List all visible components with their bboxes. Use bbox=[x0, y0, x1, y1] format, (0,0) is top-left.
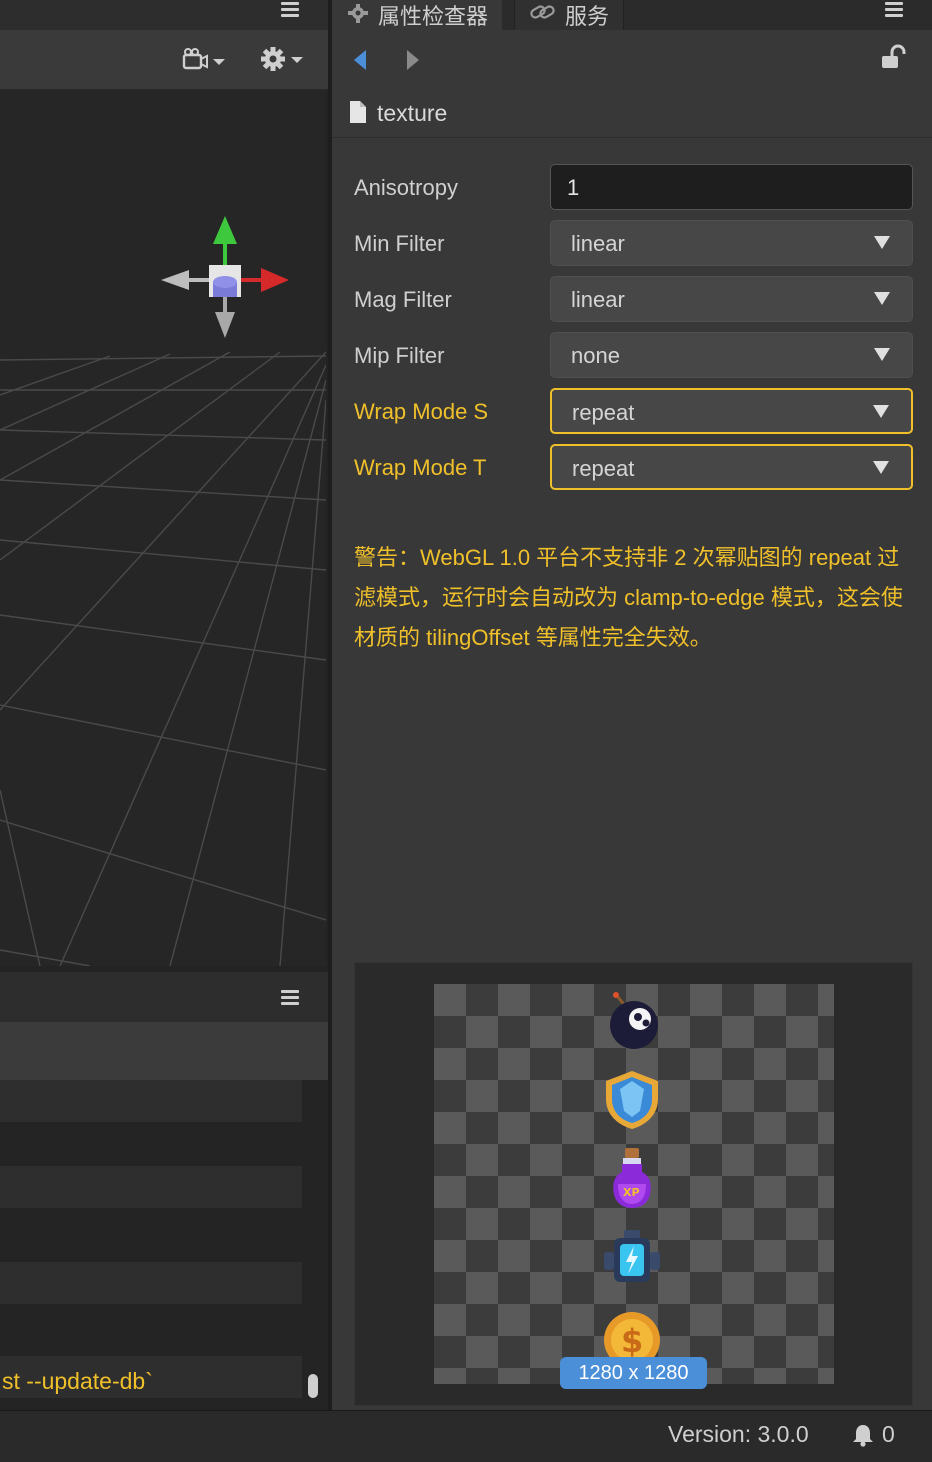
console-log-list bbox=[0, 1080, 328, 1410]
bomb-icon bbox=[610, 992, 658, 1049]
anisotropy-value: 1 bbox=[567, 175, 580, 200]
status-bar: Version: 3.0.0 0 bbox=[0, 1410, 932, 1462]
inspector-panel: 属性检查器 服务 texture Anisotropy 1 Min Filter… bbox=[332, 0, 932, 1410]
scene-panel-menu-icon[interactable] bbox=[281, 2, 299, 17]
console-panel-header bbox=[0, 972, 328, 1022]
camera-icon bbox=[182, 48, 225, 70]
texture-properties: Anisotropy 1 Min Filter linear Mag Filte… bbox=[332, 140, 932, 1410]
preview-checkerboard: XP $ bbox=[434, 984, 834, 1384]
chevron-down-icon bbox=[873, 405, 889, 418]
chevron-down-icon bbox=[874, 236, 890, 249]
min-filter-value: linear bbox=[571, 231, 625, 256]
xp-potion-icon: XP bbox=[613, 1148, 651, 1208]
asset-name: texture bbox=[377, 100, 448, 126]
console-row[interactable] bbox=[0, 1080, 302, 1122]
console-row[interactable] bbox=[0, 1262, 302, 1304]
inspector-menu-icon[interactable] bbox=[885, 2, 903, 17]
chevron-down-icon bbox=[874, 348, 890, 361]
scene-viewport[interactable] bbox=[0, 90, 326, 966]
texture-size-badge: 1280 x 1280 bbox=[560, 1357, 707, 1389]
wrap-mode-t-label: Wrap Mode T bbox=[354, 455, 487, 480]
shield-icon bbox=[606, 1071, 658, 1129]
console-row[interactable] bbox=[0, 1166, 302, 1208]
notifications-button[interactable]: 0 bbox=[852, 1421, 895, 1448]
version-label: Version: 3.0.0 bbox=[668, 1421, 809, 1447]
tab-services[interactable]: 服务 bbox=[514, 0, 625, 30]
battery-icon bbox=[604, 1230, 660, 1282]
wrap-mode-s-select[interactable]: repeat bbox=[550, 388, 913, 434]
back-arrow-icon[interactable] bbox=[352, 48, 368, 72]
camera-menu-button[interactable] bbox=[180, 46, 230, 76]
forward-arrow-icon[interactable] bbox=[405, 48, 421, 72]
mag-filter-label: Mag Filter bbox=[354, 287, 452, 312]
min-filter-select[interactable]: linear bbox=[550, 220, 913, 266]
inspector-tabbar: 属性检查器 服务 bbox=[332, 0, 932, 30]
wrap-mode-s-label: Wrap Mode S bbox=[354, 399, 489, 424]
transform-gizmo[interactable] bbox=[155, 208, 295, 343]
chevron-down-icon bbox=[873, 461, 889, 474]
notification-count: 0 bbox=[882, 1421, 895, 1447]
svg-text:$: $ bbox=[621, 1322, 643, 1360]
svg-text:XP: XP bbox=[623, 1186, 640, 1199]
gear-icon bbox=[348, 4, 368, 23]
console-scrollbar[interactable] bbox=[308, 1374, 318, 1398]
chevron-down-icon bbox=[874, 292, 890, 305]
mip-filter-select[interactable]: none bbox=[550, 332, 913, 378]
console-toolbar bbox=[0, 1022, 328, 1080]
unlock-icon[interactable] bbox=[880, 44, 908, 72]
bell-icon bbox=[853, 1424, 873, 1447]
mip-filter-label: Mip Filter bbox=[354, 343, 445, 368]
texture-preview: XP $ 1280 x 1280 bbox=[354, 962, 913, 1406]
tab-label: 属性检查器 bbox=[378, 4, 489, 29]
scene-toolbar bbox=[0, 30, 328, 90]
mag-filter-value: linear bbox=[571, 287, 625, 312]
mip-filter-value: none bbox=[571, 343, 620, 368]
scene-panel-header bbox=[0, 0, 328, 30]
mag-filter-select[interactable]: linear bbox=[550, 276, 913, 322]
wrap-mode-s-value: repeat bbox=[572, 400, 635, 425]
link-icon bbox=[530, 5, 555, 19]
wrap-mode-warning: 警告：WebGL 1.0 平台不支持非 2 次幂贴图的 repeat 过滤模式，… bbox=[354, 545, 903, 650]
wrap-mode-t-select[interactable]: repeat bbox=[550, 444, 913, 490]
console-menu-icon[interactable] bbox=[281, 990, 299, 1005]
wrap-mode-t-value: repeat bbox=[572, 456, 635, 481]
tab-label: 服务 bbox=[565, 4, 610, 29]
anisotropy-input[interactable]: 1 bbox=[550, 164, 913, 210]
tab-inspector[interactable]: 属性检查器 bbox=[332, 0, 503, 30]
anisotropy-label: Anisotropy bbox=[354, 175, 458, 200]
min-filter-label: Min Filter bbox=[354, 231, 445, 256]
asset-header: texture bbox=[332, 90, 932, 138]
settings-menu-button[interactable] bbox=[258, 44, 308, 76]
console-log-text: st --update-db` bbox=[2, 1368, 153, 1394]
file-icon bbox=[350, 101, 366, 123]
gear-icon bbox=[261, 47, 303, 71]
inspector-nav-row bbox=[332, 30, 932, 90]
left-column: st --update-db` bbox=[0, 0, 328, 1410]
